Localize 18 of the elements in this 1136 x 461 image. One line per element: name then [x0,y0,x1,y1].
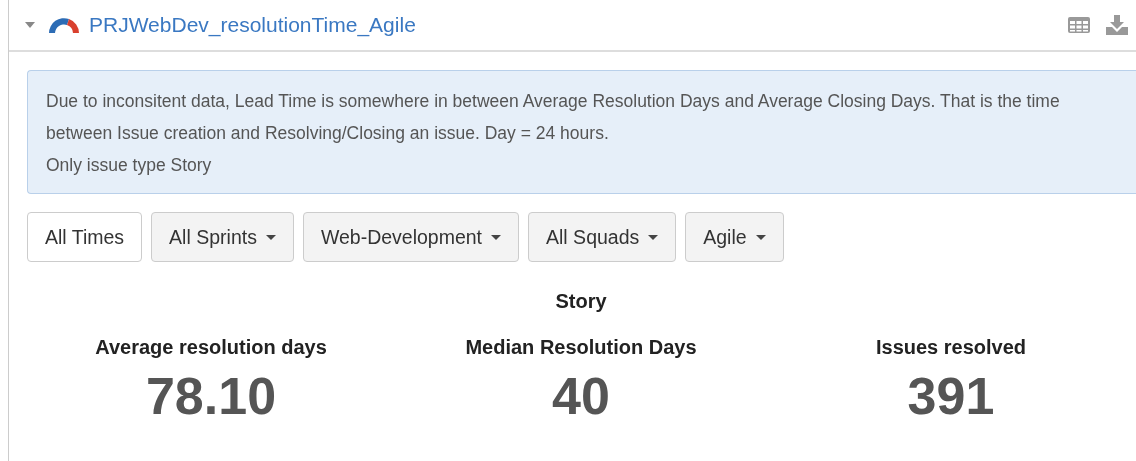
filter-dropdown[interactable]: All Sprints [151,212,294,262]
panel-title-link[interactable]: PRJWebDev_resolutionTime_Agile [89,9,416,41]
stat-label: Average resolution days [95,336,327,358]
filter-dropdown[interactable]: All Squads [528,212,677,262]
gauge-icon [47,17,81,33]
table-icon[interactable] [1068,17,1090,33]
stat-label: Issues resolved [875,336,1027,358]
stat-value: 78.10 [145,367,277,425]
stat-value: 40 [552,367,610,425]
filter-dropdown[interactable]: Web-Development [302,212,520,262]
stat-value: 391 [907,367,995,425]
filter-dropdown[interactable]: Agile [685,212,784,262]
info-alert: Due to inconsitent data, Lead Time is somewhere in between Average Resolution Days and Average Closing Days. That is the time between Issue creation and Resolving/Closing an issue. Day = 24 hours. Only issue type Story [27,70,1136,194]
section-title: Story [555,290,607,312]
stat-label: Median Resolution Days [465,336,697,358]
collapse-caret-icon[interactable] [25,22,35,28]
filter-button[interactable]: All Times [27,212,143,262]
download-icon[interactable] [1106,15,1128,35]
